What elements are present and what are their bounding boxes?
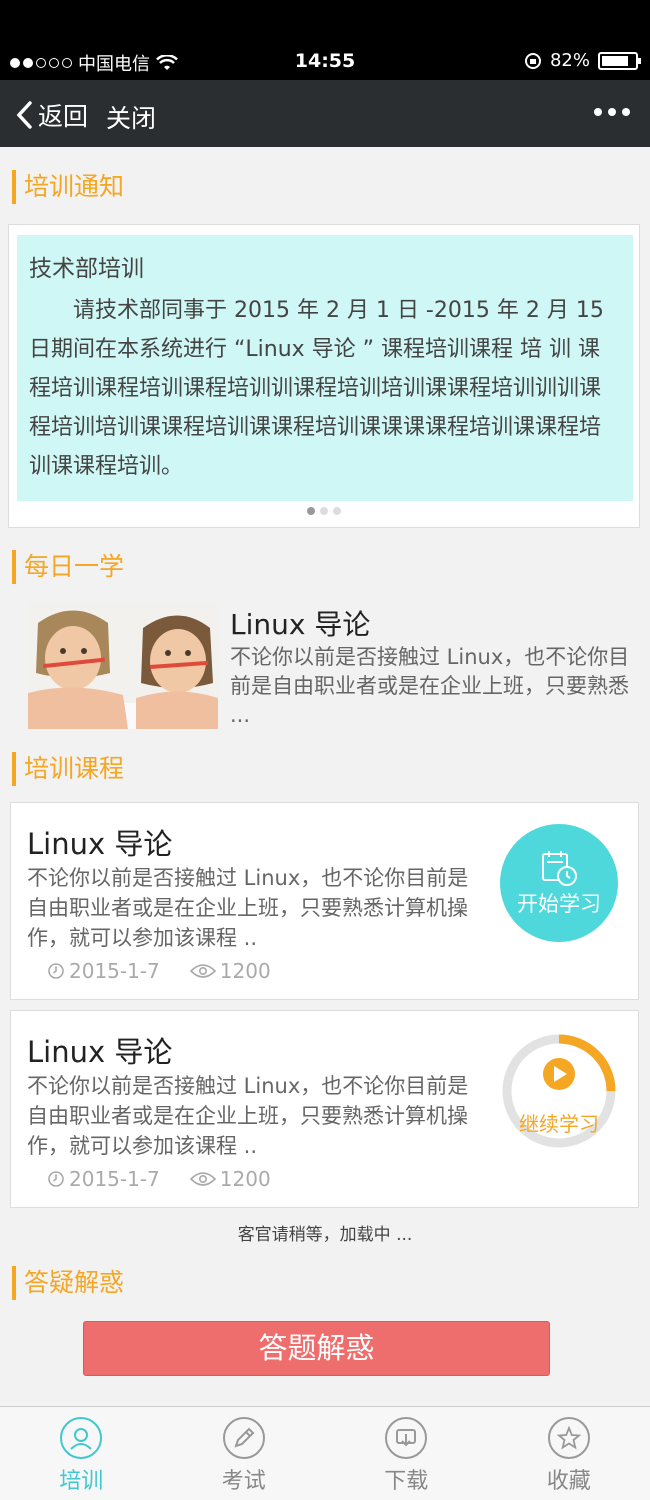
tab-favorites[interactable]: 收藏 xyxy=(488,1407,650,1500)
tab-label: 培训 xyxy=(59,1469,104,1494)
battery-icon xyxy=(598,51,641,70)
course-title: Linux 导论 xyxy=(27,827,173,861)
course-card[interactable]: Linux 导论 不论你以前是否接触过 Linux，也不论你目前是自由职业者或是… xyxy=(10,1010,639,1208)
carousel-pager[interactable] xyxy=(9,507,639,515)
course-date: 2015-1-7 xyxy=(69,1167,160,1191)
clock-icon xyxy=(48,963,64,979)
course-meta: 2015-1-7 1200 xyxy=(47,1167,271,1191)
section-title-notice: 培训通知 xyxy=(12,170,124,204)
battery-info: 82% xyxy=(524,50,641,71)
nav-bar: 返回 关闭 xyxy=(0,80,650,147)
daily-item[interactable]: Linux 导论 不论你以前是否接触过 Linux，也不论你目前是自由职业者或是… xyxy=(28,603,640,729)
tab-label: 收藏 xyxy=(546,1469,591,1494)
loading-text: 客官请稍等，加载中 ... xyxy=(237,1225,413,1245)
course-views: 1200 xyxy=(219,1167,271,1191)
user-icon xyxy=(60,1417,103,1459)
tab-download[interactable]: 下载 xyxy=(325,1407,488,1500)
notice-slide: 技术部培训 请技术部同事于 2015 年 2 月 1 日 -2015 年 2 月… xyxy=(17,235,633,501)
course-date: 2015-1-7 xyxy=(69,959,160,983)
notice-body: 请技术部同事于 2015 年 2 月 1 日 -2015 年 2 月 15 日期… xyxy=(29,298,604,479)
start-learning-button[interactable]: 开始学习 xyxy=(500,824,618,942)
tab-bar: 培训 考试 下载 收藏 xyxy=(0,1406,650,1500)
back-label: 返回 xyxy=(38,102,89,131)
course-description: 不论你以前是否接触过 Linux，也不论你目前是自由职业者或是在企业上班，只要熟… xyxy=(27,1074,469,1158)
more-icon[interactable] xyxy=(594,108,630,116)
tab-label: 下载 xyxy=(384,1469,429,1494)
tab-label: 考试 xyxy=(221,1469,266,1494)
star-icon xyxy=(547,1417,590,1459)
section-title-daily: 每日一学 xyxy=(12,550,124,584)
daily-thumbnail xyxy=(28,603,218,729)
qa-button[interactable]: 答题解惑 xyxy=(83,1321,550,1376)
battery-percent: 82% xyxy=(549,50,590,71)
calendar-clock-icon xyxy=(542,851,577,886)
eye-icon xyxy=(189,964,216,978)
pencil-icon xyxy=(222,1417,265,1459)
section-title-qa: 答疑解惑 xyxy=(12,1266,124,1300)
course-views: 1200 xyxy=(219,959,271,983)
course-title: Linux 导论 xyxy=(27,1035,173,1069)
play-icon xyxy=(543,1058,575,1090)
status-bar: 中国电信 14:55 82% xyxy=(0,0,650,80)
eye-icon xyxy=(189,1172,216,1186)
download-icon xyxy=(385,1417,428,1459)
clock-icon xyxy=(48,1171,64,1187)
chevron-left-icon xyxy=(16,101,32,129)
continue-learning-label: 继续学习 xyxy=(519,1112,599,1136)
course-meta: 2015-1-7 1200 xyxy=(47,959,271,983)
course-card[interactable]: Linux 导论 不论你以前是否接触过 Linux，也不论你目前是自由职业者或是… xyxy=(10,802,639,1000)
notice-title: 技术部培训 xyxy=(29,256,144,282)
section-title-courses: 培训课程 xyxy=(12,752,124,786)
back-button[interactable]: 返回 xyxy=(14,97,88,133)
pager-dot[interactable] xyxy=(320,507,328,515)
daily-title: Linux 导论 xyxy=(230,608,371,641)
rotation-lock-icon xyxy=(524,52,541,69)
tab-exam[interactable]: 考试 xyxy=(163,1407,326,1500)
pager-dot[interactable] xyxy=(333,507,341,515)
notice-carousel[interactable]: 技术部培训 请技术部同事于 2015 年 2 月 1 日 -2015 年 2 月… xyxy=(8,224,640,528)
continue-learning-button[interactable]: 继续学习 xyxy=(500,1032,618,1150)
close-button[interactable]: 关闭 xyxy=(106,99,156,135)
course-description: 不论你以前是否接触过 Linux，也不论你目前是自由职业者或是在企业上班，只要熟… xyxy=(27,866,469,950)
pager-dot[interactable] xyxy=(307,507,315,515)
daily-description: 不论你以前是否接触过 Linux，也不论你目前是自由职业者或是在企业上班，只要熟… xyxy=(230,645,630,727)
tab-training[interactable]: 培训 xyxy=(0,1407,163,1500)
start-learning-label: 开始学习 xyxy=(517,892,601,916)
